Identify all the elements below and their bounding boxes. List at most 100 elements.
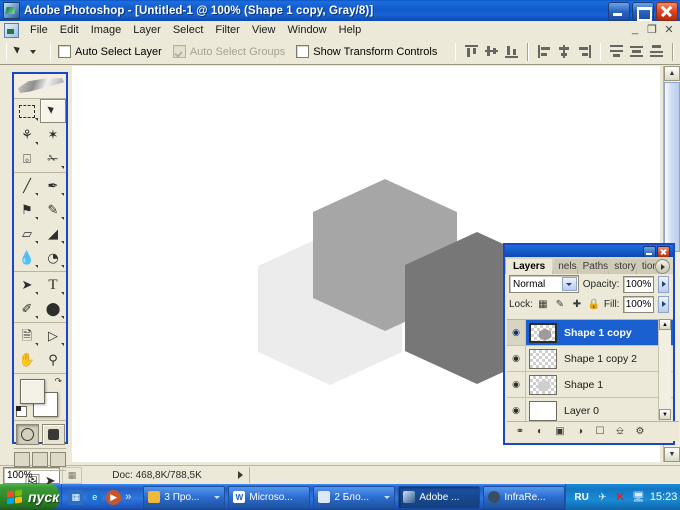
show-desktop-icon[interactable]: ▦ [68, 489, 84, 505]
menu-item-edit[interactable]: Edit [54, 22, 85, 38]
hand-tool[interactable]: ✋ [14, 348, 40, 372]
default-colors-icon[interactable] [16, 406, 27, 417]
tab-history[interactable]: story [608, 259, 641, 274]
mdi-minimize-button[interactable]: _ [628, 22, 642, 36]
task-button-photoshop[interactable]: Adobe ... [398, 485, 481, 509]
layer-thumbnail[interactable] [529, 374, 557, 395]
add-layer-mask-icon[interactable]: ▣ [553, 425, 567, 439]
kaspersky-icon[interactable]: K [614, 491, 627, 504]
zoom-tool[interactable]: ⚲ [40, 348, 66, 372]
layer-thumbnail[interactable] [529, 400, 557, 421]
task-button-word[interactable]: W Microso... [228, 485, 311, 509]
history-brush-tool[interactable]: ✎ [40, 198, 66, 222]
crop-tool[interactable]: ⌻ [14, 147, 40, 171]
start-button[interactable]: пуск [0, 484, 60, 510]
restore-button[interactable] [632, 2, 654, 21]
layer-thumbnail[interactable] [529, 322, 557, 343]
task-button-notepad[interactable]: 2 Бло... [313, 485, 396, 509]
brush-tool[interactable]: ✒ [40, 174, 66, 198]
full-screen-icon[interactable] [50, 452, 66, 467]
minimize-button[interactable] [608, 2, 630, 21]
new-adjustment-layer-icon[interactable]: ◑ [573, 425, 587, 439]
type-tool[interactable]: T [40, 273, 66, 297]
magic-wand-tool[interactable]: ✶ [40, 123, 66, 147]
menu-item-select[interactable]: Select [167, 22, 210, 38]
pen-tool[interactable]: ✐ [14, 297, 40, 321]
align-vertical-centers-icon[interactable] [483, 43, 500, 60]
show-transform-controls-checkbox[interactable]: Show Transform Controls [296, 45, 437, 58]
layer-thumbnail[interactable] [529, 348, 557, 369]
notes-tool[interactable]: 🗎 [14, 324, 40, 348]
network-icon[interactable]: 🖥 [632, 491, 645, 504]
layer-row-shape-1[interactable]: ◉ Shape 1 [507, 372, 673, 398]
palette-menu-icon[interactable] [655, 259, 670, 274]
palette-title-bar[interactable] [505, 245, 673, 258]
language-indicator[interactable]: RU [574, 492, 588, 503]
path-selection-tool[interactable]: ➤ [14, 273, 40, 297]
slice-tool[interactable]: ✁ [40, 147, 66, 171]
status-arrow-icon[interactable] [238, 471, 243, 479]
layer-visibility-icon[interactable]: ◉ [507, 320, 526, 345]
scroll-up-button[interactable]: ▲ [664, 66, 680, 81]
layer-visibility-icon[interactable]: ◉ [507, 372, 526, 397]
opacity-field[interactable]: 100% [623, 275, 655, 293]
menu-item-window[interactable]: Window [282, 22, 333, 38]
layer-list-scrollbar[interactable]: ▲ ▼ [658, 319, 671, 420]
menu-item-layer[interactable]: Layer [127, 22, 167, 38]
task-button-folders[interactable]: 3 Про... [143, 485, 226, 509]
mdi-close-button[interactable]: ✕ [662, 22, 676, 36]
scrollbar-thumb[interactable] [664, 82, 680, 252]
chevron-down-icon[interactable] [214, 495, 221, 499]
healing-brush-tool[interactable]: ╱ [14, 174, 40, 198]
fill-field[interactable]: 100% [623, 295, 655, 313]
swap-colors-icon[interactable]: ↷ [54, 376, 62, 387]
chevron-down-icon[interactable] [384, 495, 391, 499]
media-player-icon[interactable]: ▶ [106, 489, 122, 505]
distribute-bottom-edges-icon[interactable] [648, 43, 665, 60]
lock-position-icon[interactable]: ✚ [571, 298, 583, 310]
align-left-edges-icon[interactable] [536, 43, 553, 60]
opacity-slider-arrow-icon[interactable] [658, 275, 669, 293]
scroll-down-button[interactable]: ▼ [659, 409, 671, 420]
volume-icon[interactable]: ✈ [596, 491, 609, 504]
standard-mask-mode-icon[interactable] [15, 424, 39, 445]
menu-item-view[interactable]: View [246, 22, 282, 38]
tool-preset-chevron-down-icon[interactable] [30, 49, 36, 54]
move-tool[interactable] [40, 99, 66, 123]
menu-item-help[interactable]: Help [333, 22, 368, 38]
layer-visibility-icon[interactable]: ◉ [507, 346, 526, 371]
eyedropper-tool[interactable]: ▷ [40, 324, 66, 348]
layer-row-shape-1-copy-2[interactable]: ◉ Shape 1 copy 2 [507, 346, 673, 372]
standard-screen-mode-icon[interactable] [14, 452, 30, 467]
layer-row-shape-1-copy[interactable]: ◉ Shape 1 copy [507, 320, 673, 346]
new-layer-icon[interactable]: ⎒ [613, 425, 627, 439]
menu-item-file[interactable]: File [24, 22, 54, 38]
layer-row-layer-0[interactable]: ◉ Layer 0 [507, 398, 673, 421]
scroll-up-button[interactable]: ▲ [659, 319, 671, 330]
align-top-edges-icon[interactable] [463, 43, 480, 60]
delete-layer-icon[interactable]: ⚙ [633, 425, 647, 439]
distribute-top-edges-icon[interactable] [608, 43, 625, 60]
distribute-vertical-centers-icon[interactable] [628, 43, 645, 60]
auto-select-layer-checkbox[interactable]: Auto Select Layer [58, 45, 162, 58]
tab-layers[interactable]: Layers [505, 259, 553, 274]
close-button[interactable] [656, 2, 678, 21]
ellipse-shape-tool[interactable]: ⬤ [40, 297, 66, 321]
fill-slider-arrow-icon[interactable] [658, 295, 669, 313]
mdi-restore-button[interactable]: ❐ [645, 22, 659, 36]
blur-tool[interactable]: 💧 [14, 246, 40, 270]
tab-paths[interactable]: Paths [576, 259, 614, 274]
lock-image-pixels-icon[interactable]: ✎ [554, 298, 566, 310]
menu-item-filter[interactable]: Filter [209, 22, 245, 38]
move-tool-icon[interactable] [13, 43, 26, 61]
clone-stamp-tool[interactable]: ⚑ [14, 198, 40, 222]
align-bottom-edges-icon[interactable] [503, 43, 520, 60]
menu-item-image[interactable]: Image [85, 22, 128, 38]
quick-launch-more-icon[interactable]: » [125, 491, 131, 503]
align-right-edges-icon[interactable] [576, 43, 593, 60]
new-group-icon[interactable]: ☐ [593, 425, 607, 439]
layer-visibility-icon[interactable]: ◉ [507, 398, 526, 421]
toolbox-banner[interactable] [14, 74, 66, 99]
quick-mask-mode-icon[interactable] [41, 424, 65, 445]
options-bar-grip[interactable] [6, 43, 7, 60]
